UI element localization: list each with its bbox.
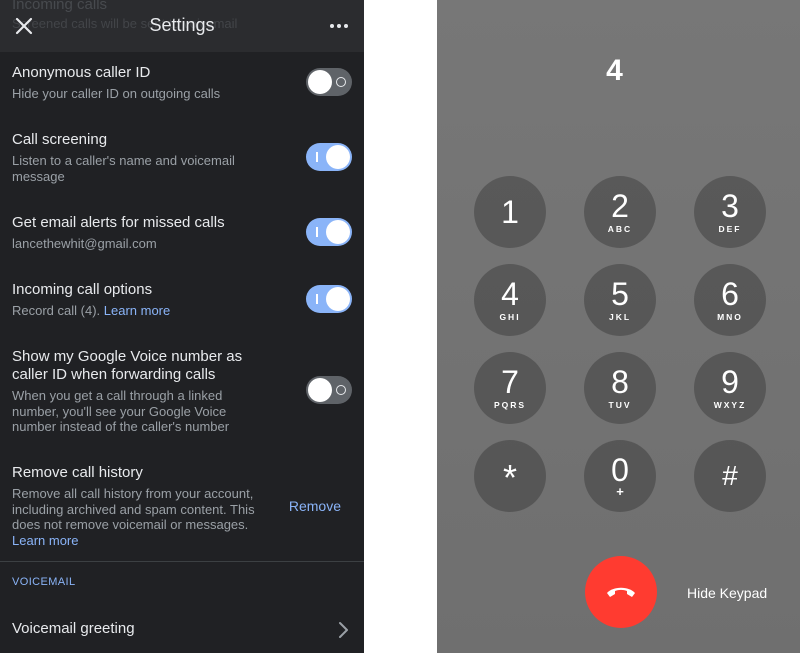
key-digit: 5	[611, 276, 629, 312]
key-digit: 1	[501, 194, 519, 230]
incoming-call-options-toggle[interactable]	[306, 285, 352, 313]
key-4[interactable]: 4 GHI	[474, 264, 546, 336]
key-letters: GHI	[499, 312, 521, 322]
toggle-knob	[308, 378, 332, 402]
settings-top-bar: Incoming calls Screened calls will be se…	[0, 0, 364, 52]
key-letters: WXYZ	[713, 400, 747, 410]
remove-history-button[interactable]: Remove	[289, 498, 341, 514]
toggle-off-mark	[336, 385, 346, 395]
toggle-on-mark	[316, 152, 318, 162]
setting-description: When you get a call through a linked num…	[12, 388, 230, 434]
setting-description: Record call (4). Learn more	[12, 303, 292, 319]
key-9[interactable]: 9 WXYZ	[694, 352, 766, 424]
key-0[interactable]: 0 +	[584, 440, 656, 512]
key-7[interactable]: 7 PQRS	[474, 352, 546, 424]
key-digit: 6	[721, 276, 739, 312]
setting-label: Incoming call options	[12, 281, 153, 298]
setting-label: Voicemail greeting	[12, 620, 135, 637]
voicemail-section-header: VOICEMAIL	[12, 576, 76, 588]
toggle-knob	[308, 70, 332, 94]
toggle-on-mark	[316, 294, 318, 304]
anonymous-caller-id-toggle[interactable]	[306, 68, 352, 96]
key-letters: TUV	[608, 400, 632, 410]
setting-remove-call-history: Remove call history Remove all call hist…	[12, 464, 352, 548]
key-star[interactable]: *	[474, 440, 546, 512]
key-digit: 3	[721, 188, 739, 224]
key-digit: 0	[611, 452, 629, 488]
key-letters: JKL	[608, 312, 632, 322]
key-digit: 4	[501, 276, 519, 312]
key-digit: #	[722, 460, 738, 491]
key-3[interactable]: 3 DEF	[694, 176, 766, 248]
end-call-button[interactable]	[585, 556, 657, 628]
more-horizontal-icon	[330, 24, 348, 28]
call-screening-toggle[interactable]	[306, 143, 352, 171]
toggle-knob	[326, 145, 350, 169]
key-digit: 7	[501, 364, 519, 400]
hide-keypad-button[interactable]: Hide Keypad	[687, 585, 767, 601]
setting-description-text: Record call (4).	[12, 303, 101, 318]
scrolled-header-text: Incoming calls	[12, 0, 108, 13]
setting-description-text: Remove all call history from your accoun…	[12, 486, 255, 532]
key-2[interactable]: 2 ABC	[584, 176, 656, 248]
key-letters: MNO	[717, 312, 743, 322]
page-title: Settings	[149, 15, 215, 35]
key-letters: ABC	[607, 224, 633, 234]
setting-anonymous-caller-id[interactable]: Anonymous caller ID Hide your caller ID …	[12, 64, 352, 102]
setting-voicemail-greeting[interactable]: Voicemail greeting	[12, 620, 352, 638]
section-divider	[0, 561, 364, 562]
setting-description: Listen to a caller's name and voicemail …	[12, 153, 235, 184]
setting-label: Call screening	[12, 131, 108, 148]
keypad-screen: 4 1 2 ABC 3 DEF 4 GHI 5 JKL 6 MNO 7 PQRS…	[437, 0, 800, 653]
setting-show-gv-number[interactable]: Show my Google Voice number as caller ID…	[12, 348, 352, 435]
key-letters: DEF	[718, 224, 742, 234]
settings-panel: Incoming calls Screened calls will be se…	[0, 0, 364, 653]
setting-label: Anonymous caller ID	[12, 64, 151, 81]
setting-email-alerts[interactable]: Get email alerts for missed calls lancet…	[12, 214, 352, 252]
hang-up-phone-icon	[607, 587, 635, 597]
setting-description: Remove all call history from your accoun…	[12, 486, 267, 548]
setting-incoming-call-options[interactable]: Incoming call options Record call (4). L…	[12, 281, 352, 319]
chevron-right-icon	[339, 622, 348, 638]
toggle-off-mark	[336, 77, 346, 87]
show-gv-number-toggle[interactable]	[306, 376, 352, 404]
key-6[interactable]: 6 MNO	[694, 264, 766, 336]
key-hash[interactable]: #	[694, 440, 766, 512]
more-options-button[interactable]	[326, 14, 352, 38]
setting-label: Remove call history	[12, 464, 143, 481]
setting-label: Show my Google Voice number as caller ID…	[12, 348, 243, 383]
key-digit: 8	[611, 364, 629, 400]
setting-description: lancethewhit@gmail.com	[12, 236, 157, 251]
toggle-knob	[326, 287, 350, 311]
key-letters: PQRS	[493, 400, 527, 410]
key-digit: 2	[611, 188, 629, 224]
toggle-knob	[326, 220, 350, 244]
learn-more-link[interactable]: Learn more	[12, 533, 78, 548]
setting-description: Hide your caller ID on outgoing calls	[12, 86, 221, 101]
key-letters: +	[616, 484, 624, 499]
setting-label: Get email alerts for missed calls	[12, 214, 225, 231]
key-digit: *	[502, 457, 517, 498]
email-alerts-toggle[interactable]	[306, 218, 352, 246]
key-5[interactable]: 5 JKL	[584, 264, 656, 336]
toggle-on-mark	[316, 227, 318, 237]
learn-more-link[interactable]: Learn more	[104, 303, 170, 318]
setting-call-screening[interactable]: Call screening Listen to a caller's name…	[12, 131, 352, 184]
key-digit: 9	[721, 364, 739, 400]
key-8[interactable]: 8 TUV	[584, 352, 656, 424]
dialed-digits-display: 4	[606, 54, 623, 87]
key-1[interactable]: 1	[474, 176, 546, 248]
